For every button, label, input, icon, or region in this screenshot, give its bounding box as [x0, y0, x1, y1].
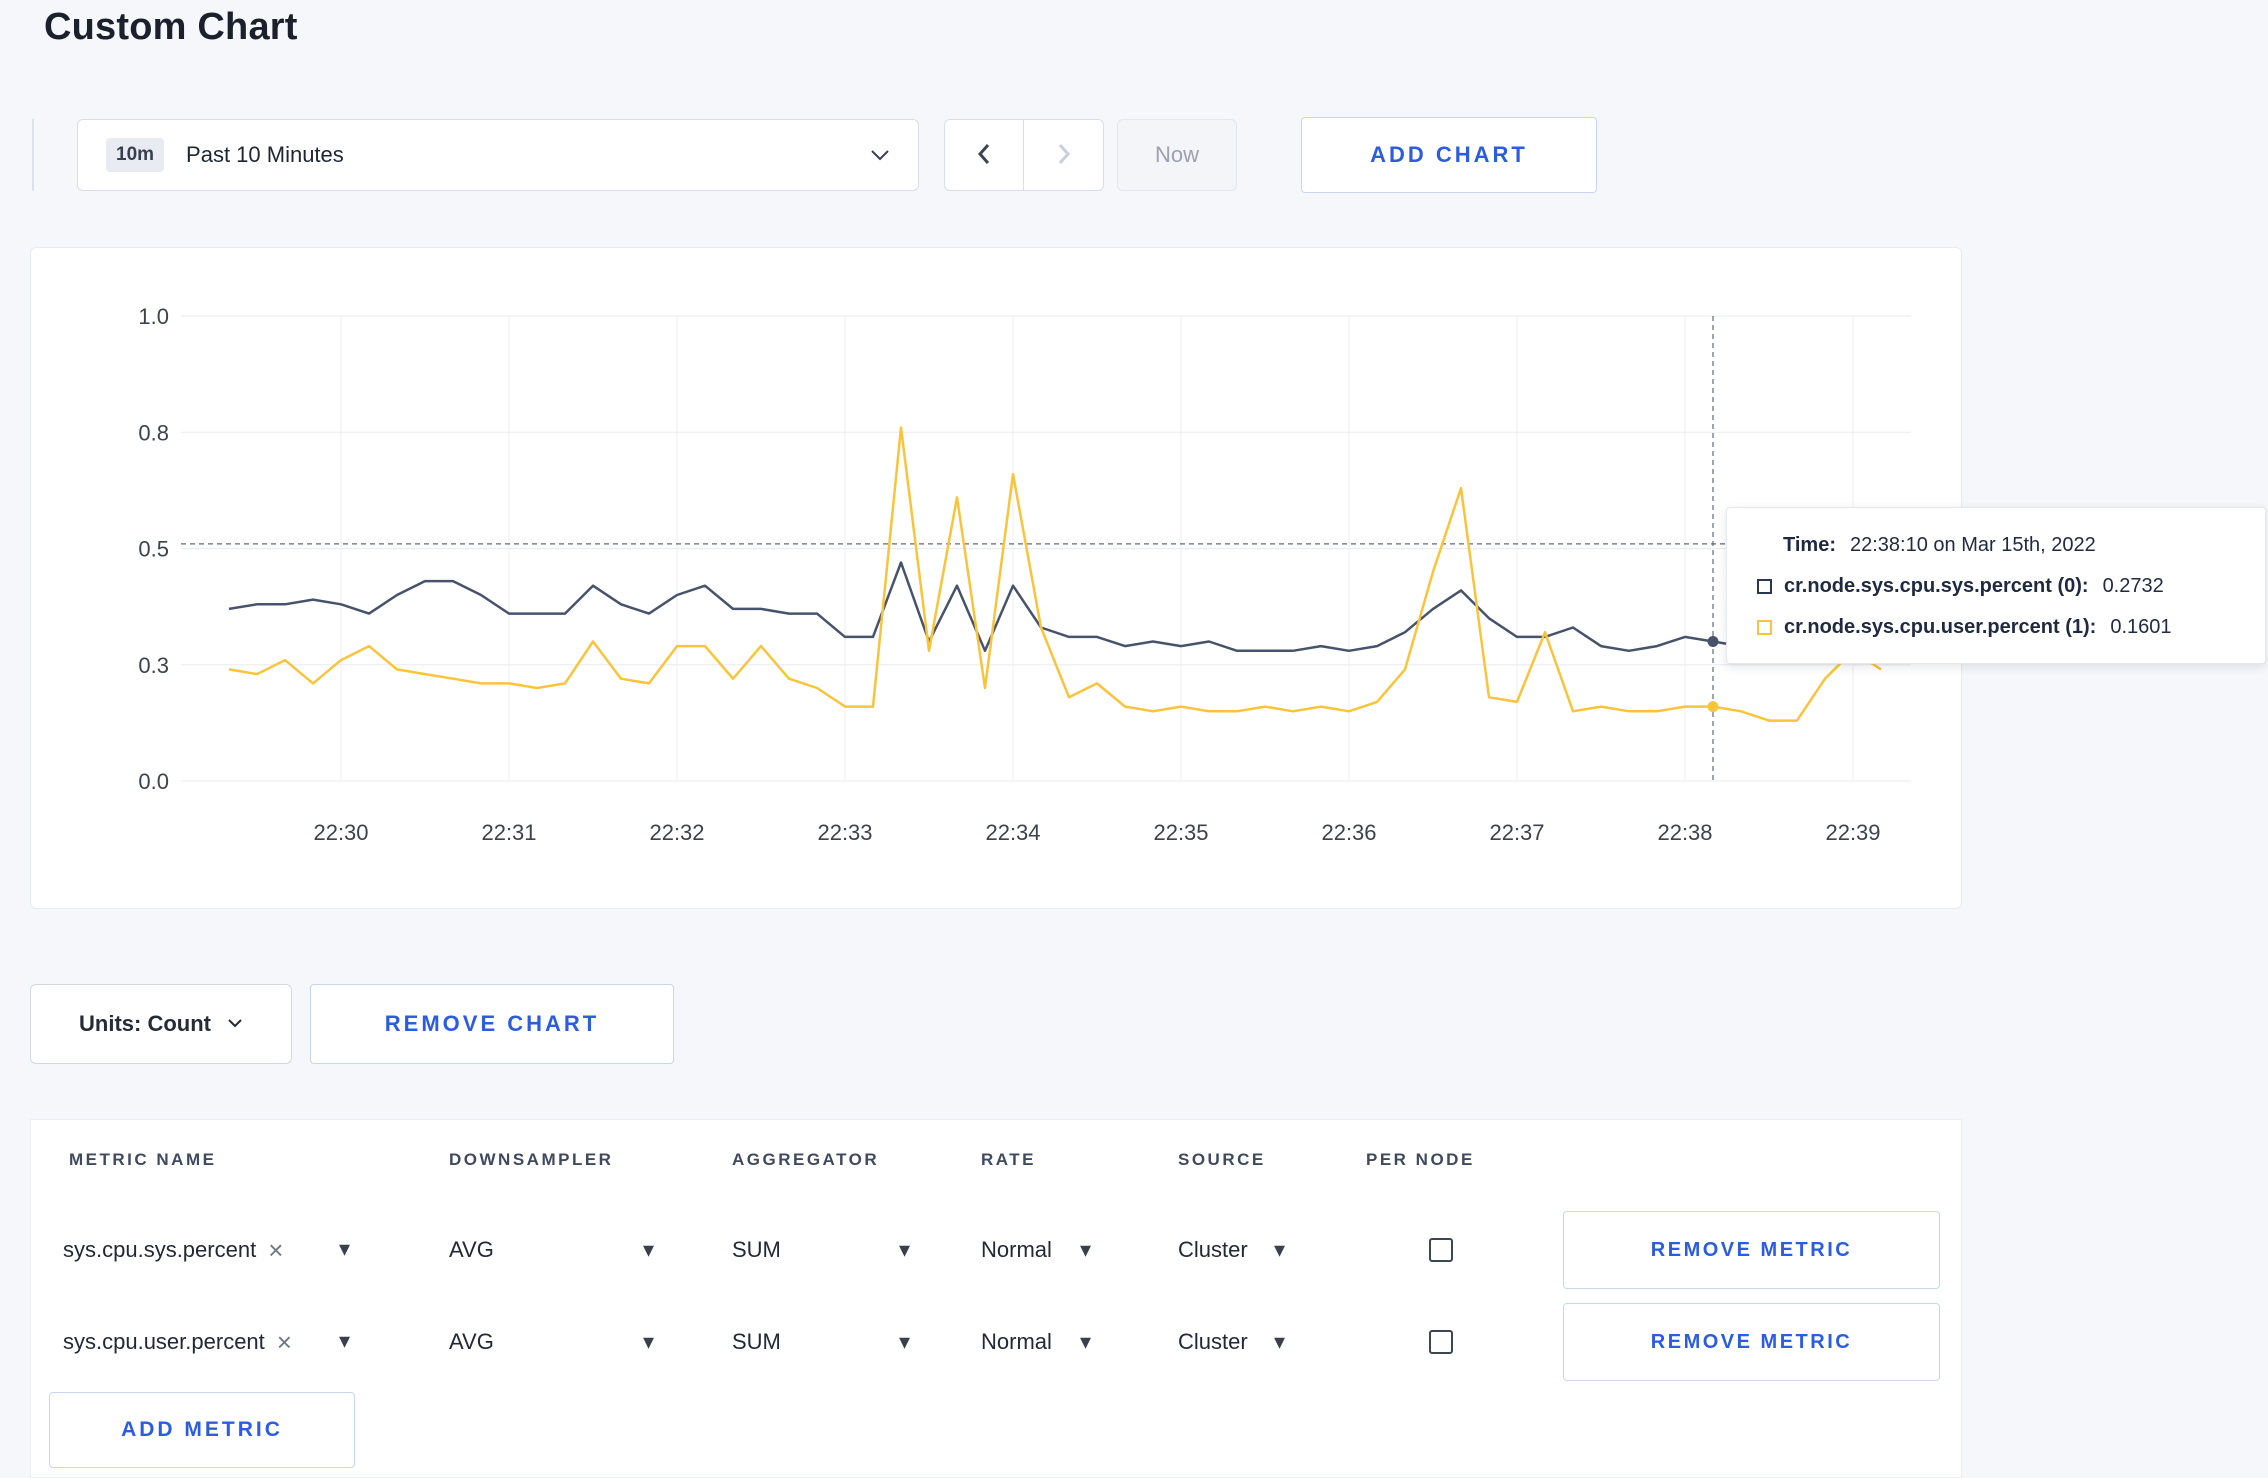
chevron-down-icon — [870, 149, 890, 161]
tooltip-time-value: 22:38:10 on Mar 15th, 2022 — [1849, 534, 2096, 556]
svg-text:22:38: 22:38 — [1657, 820, 1712, 845]
header-rate: RATE — [981, 1150, 1037, 1169]
caret-down-icon: ▾ — [339, 1328, 351, 1353]
source-select[interactable]: Cluster — [1178, 1329, 1248, 1355]
tooltip-series-value: 0.2732 — [2102, 575, 2164, 597]
svg-text:0.3: 0.3 — [138, 653, 169, 678]
add-metric-button[interactable]: ADD METRIC — [49, 1392, 355, 1468]
per-node-checkbox[interactable] — [1429, 1330, 1453, 1354]
metric-name-label: sys.cpu.sys.percent — [63, 1237, 257, 1262]
metric-name-select[interactable]: sys.cpu.sys.percent × ▾ — [63, 1237, 383, 1263]
time-range-select[interactable]: 10m Past 10 Minutes — [77, 119, 919, 191]
chevron-right-icon — [1055, 141, 1073, 170]
caret-down-icon: ▾ — [1080, 1237, 1092, 1262]
caret-down-icon: ▾ — [643, 1329, 655, 1354]
tooltip-series-label: cr.node.sys.cpu.sys.percent (0): — [1784, 575, 2089, 597]
svg-text:22:30: 22:30 — [313, 820, 368, 845]
time-next-button[interactable] — [1024, 119, 1104, 191]
caret-down-icon: ▾ — [643, 1237, 655, 1262]
header-aggregator: AGGREGATOR — [732, 1150, 880, 1169]
metrics-table-header: METRIC NAME DOWNSAMPLER AGGREGATOR RATE … — [31, 1120, 1961, 1200]
svg-text:0.8: 0.8 — [138, 420, 169, 445]
units-select[interactable]: Units: Count — [30, 984, 292, 1064]
remove-chart-button[interactable]: REMOVE CHART — [310, 984, 674, 1064]
chart-tooltip: Time: 22:38:10 on Mar 15th, 2022 cr.node… — [1726, 507, 2266, 664]
series-sys-swatch-icon — [1757, 579, 1772, 594]
remove-token-icon[interactable]: × — [277, 1329, 292, 1355]
tooltip-series-label: cr.node.sys.cpu.user.percent (1): — [1784, 616, 2097, 638]
downsampler-select[interactable]: AVG — [449, 1237, 494, 1263]
aggregator-select[interactable]: SUM — [732, 1329, 781, 1355]
series-user-swatch-icon — [1757, 620, 1772, 635]
caret-down-icon: ▾ — [1274, 1329, 1286, 1354]
cpu-line-chart[interactable]: 0.0 0.3 0.5 0.8 1.0 22:30 22:31 22:32 22:33 22:34… — [31, 248, 1961, 908]
svg-text:22:39: 22:39 — [1825, 820, 1880, 845]
remove-metric-button[interactable]: REMOVE METRIC — [1563, 1303, 1940, 1381]
metric-row: sys.cpu.sys.percent × ▾ AVG ▾ SUM ▾ Norm… — [31, 1204, 1961, 1296]
tooltip-time-label: Time: — [1783, 534, 1836, 556]
caret-down-icon: ▾ — [339, 1236, 351, 1261]
metric-name-label: sys.cpu.user.percent — [63, 1329, 265, 1354]
header-source: SOURCE — [1178, 1150, 1266, 1169]
chevron-left-icon — [975, 141, 993, 170]
svg-text:22:36: 22:36 — [1321, 820, 1376, 845]
svg-text:22:37: 22:37 — [1489, 820, 1544, 845]
metrics-table: METRIC NAME DOWNSAMPLER AGGREGATOR RATE … — [30, 1119, 1962, 1478]
tooltip-time-row: Time: 22:38:10 on Mar 15th, 2022 — [1757, 534, 2235, 557]
svg-text:22:34: 22:34 — [985, 820, 1040, 845]
time-range-badge: 10m — [106, 138, 165, 172]
source-select[interactable]: Cluster — [1178, 1237, 1248, 1263]
rate-select[interactable]: Normal — [981, 1329, 1052, 1355]
svg-text:22:33: 22:33 — [817, 820, 872, 845]
svg-text:1.0: 1.0 — [138, 304, 169, 329]
metric-name-select[interactable]: sys.cpu.user.percent × ▾ — [63, 1329, 383, 1355]
remove-metric-button[interactable]: REMOVE METRIC — [1563, 1211, 1940, 1289]
header-downsampler: DOWNSAMPLER — [449, 1150, 614, 1169]
time-pager — [944, 119, 1104, 191]
chart-card: 0.0 0.3 0.5 0.8 1.0 22:30 22:31 22:32 22:33 22:34… — [30, 247, 1962, 909]
tooltip-series-row: cr.node.sys.cpu.user.percent (1): 0.1601 — [1757, 616, 2235, 639]
header-per-node: PER NODE — [1366, 1150, 1475, 1169]
page-title: Custom Chart — [44, 6, 298, 48]
caret-down-icon: ▾ — [1274, 1237, 1286, 1262]
custom-chart-page: Custom Chart 10m Past 10 Minutes Now ADD… — [0, 0, 2268, 1478]
caret-down-icon: ▾ — [899, 1329, 911, 1354]
header-metric-name: METRIC NAME — [69, 1150, 217, 1169]
now-button[interactable]: Now — [1117, 119, 1237, 191]
remove-token-icon[interactable]: × — [268, 1237, 283, 1263]
aggregator-select[interactable]: SUM — [732, 1237, 781, 1263]
time-prev-button[interactable] — [944, 119, 1024, 191]
caret-down-icon: ▾ — [1080, 1329, 1092, 1354]
metric-row: sys.cpu.user.percent × ▾ AVG ▾ SUM ▾ Nor… — [31, 1296, 1961, 1388]
units-label: Units: Count — [79, 1011, 211, 1036]
tooltip-series-value: 0.1601 — [2110, 616, 2172, 638]
rate-select[interactable]: Normal — [981, 1237, 1052, 1263]
toolbar-divider — [32, 119, 34, 191]
svg-text:0.5: 0.5 — [138, 537, 169, 562]
downsampler-select[interactable]: AVG — [449, 1329, 494, 1355]
add-chart-button[interactable]: ADD CHART — [1301, 117, 1597, 193]
tooltip-series-row: cr.node.sys.cpu.sys.percent (0): 0.2732 — [1757, 575, 2235, 598]
chevron-down-icon — [227, 1015, 243, 1033]
svg-text:22:32: 22:32 — [649, 820, 704, 845]
svg-text:22:31: 22:31 — [481, 820, 536, 845]
caret-down-icon: ▾ — [899, 1237, 911, 1262]
svg-text:0.0: 0.0 — [138, 769, 169, 794]
per-node-checkbox[interactable] — [1429, 1238, 1453, 1262]
svg-text:22:35: 22:35 — [1153, 820, 1208, 845]
time-range-label: Past 10 Minutes — [186, 142, 344, 167]
